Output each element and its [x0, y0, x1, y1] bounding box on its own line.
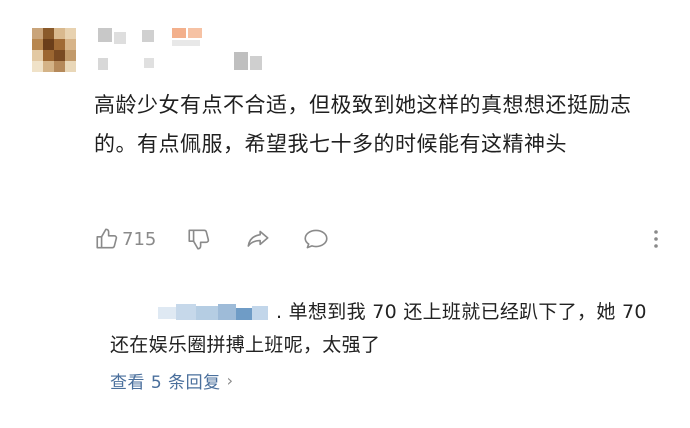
share-button[interactable] — [244, 224, 272, 254]
like-button[interactable]: 715 — [94, 224, 156, 254]
more-vertical-icon — [650, 226, 662, 252]
reply-username-mosaic[interactable] — [158, 303, 270, 322]
thumb-down-icon — [186, 226, 212, 252]
like-count: 715 — [122, 228, 157, 250]
comment-text: 高龄少女有点不合适，但极致到她这样的真想想还挺励志的。有点佩服，希望我七十多的时… — [94, 93, 632, 156]
thumb-up-icon — [94, 226, 120, 252]
comment-action-bar: 715 — [94, 224, 674, 254]
more-options-button[interactable] — [650, 224, 662, 254]
comment-page: 高龄少女有点不合适，但极致到她这样的真想想还挺励志的。有点佩服，希望我七十多的时… — [0, 0, 690, 428]
reply-item: . 单想到我 70 还上班就已经趴下了，她 70 还在娱乐圈拼搏上班呢，太强了 — [110, 296, 670, 362]
chevron-right-icon: › — [226, 371, 234, 390]
view-replies-label: 查看 5 条回复 — [110, 373, 221, 393]
view-replies-link[interactable]: 查看 5 条回复 › — [110, 368, 234, 393]
username-mosaic[interactable] — [94, 28, 274, 72]
comment-bubble-icon — [302, 226, 330, 252]
dislike-button[interactable] — [186, 224, 212, 254]
reply-button[interactable] — [302, 224, 330, 254]
avatar[interactable] — [32, 28, 76, 72]
share-icon — [244, 226, 272, 252]
reply-body: . 单想到我 70 还上班就已经趴下了，她 70 还在娱乐圈拼搏上班呢，太强了 — [110, 296, 670, 362]
